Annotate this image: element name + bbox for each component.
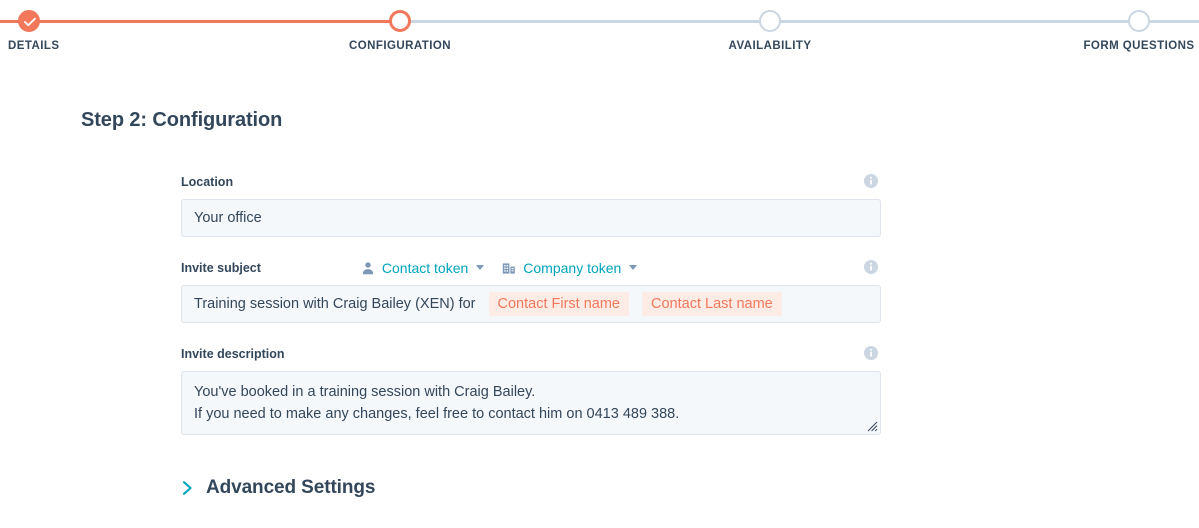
advanced-settings-label: Advanced Settings [206,477,376,498]
invite-description-line-1: You've booked in a training session with… [194,384,536,400]
field-header-location: Location [181,172,881,191]
invite-subject-text: Training session with Craig Bailey (XEN)… [194,296,476,312]
stepper-label-form-questions: FORM QUESTIONS [1083,40,1195,52]
input-location[interactable]: Your office [181,199,881,237]
track-segment-3 [770,20,1139,23]
info-icon[interactable] [864,260,878,274]
info-icon[interactable] [864,346,878,360]
stepper-label-configuration: CONFIGURATION [348,40,452,52]
page-title: Step 2: Configuration [81,109,283,131]
field-invite-subject: Invite subject Contact token Company tok… [181,258,881,323]
field-invite-description: Invite description You've booked in a tr… [181,344,881,435]
step-dot-form-questions[interactable] [1128,10,1150,32]
progress-stepper: DETAILS CONFIGURATION AVAILABILITY FORM … [0,0,1199,70]
resize-handle[interactable] [867,421,878,432]
stepper-label-availability: AVAILABILITY [728,40,812,52]
check-icon [24,17,36,27]
label-invite-subject: Invite subject [181,260,261,275]
track-segment-2 [400,20,770,23]
stepper-track [0,20,1199,23]
stepper-label-details: DETAILS [8,40,60,52]
track-segment-completed [0,20,400,23]
company-icon [502,261,516,275]
invite-description-line-2: If you need to make any changes, feel fr… [194,406,680,422]
info-icon[interactable] [864,174,878,188]
input-invite-subject[interactable]: Training session with Craig Bailey (XEN)… [181,285,881,323]
company-token-menu[interactable]: Company token [502,259,638,276]
step-dot-configuration[interactable] [389,10,411,32]
token-menus: Contact token Company token [361,259,638,276]
token-pill-contact-last-name[interactable]: Contact Last name [642,292,782,316]
step-dot-details[interactable] [18,10,40,32]
chevron-down-icon [476,265,485,270]
field-header-invite-subject: Invite subject Contact token Company tok… [181,258,881,277]
chevron-down-icon [629,265,638,270]
token-pill-contact-first-name[interactable]: Contact First name [488,292,630,316]
field-location: Location Your office [181,172,881,237]
contact-icon [361,261,375,275]
label-invite-description: Invite description [181,346,285,361]
field-header-invite-description: Invite description [181,344,881,363]
contact-token-menu[interactable]: Contact token [361,259,485,276]
step-dot-availability[interactable] [759,10,781,32]
company-token-label: Company token [523,259,622,276]
contact-token-label: Contact token [381,259,469,276]
chevron-right-icon [181,480,194,496]
advanced-settings-toggle[interactable]: Advanced Settings [181,477,375,499]
label-location: Location [181,174,234,189]
input-invite-description[interactable]: You've booked in a training session with… [181,371,881,435]
configuration-form: Location Your office Invite subject Cont… [181,172,881,456]
